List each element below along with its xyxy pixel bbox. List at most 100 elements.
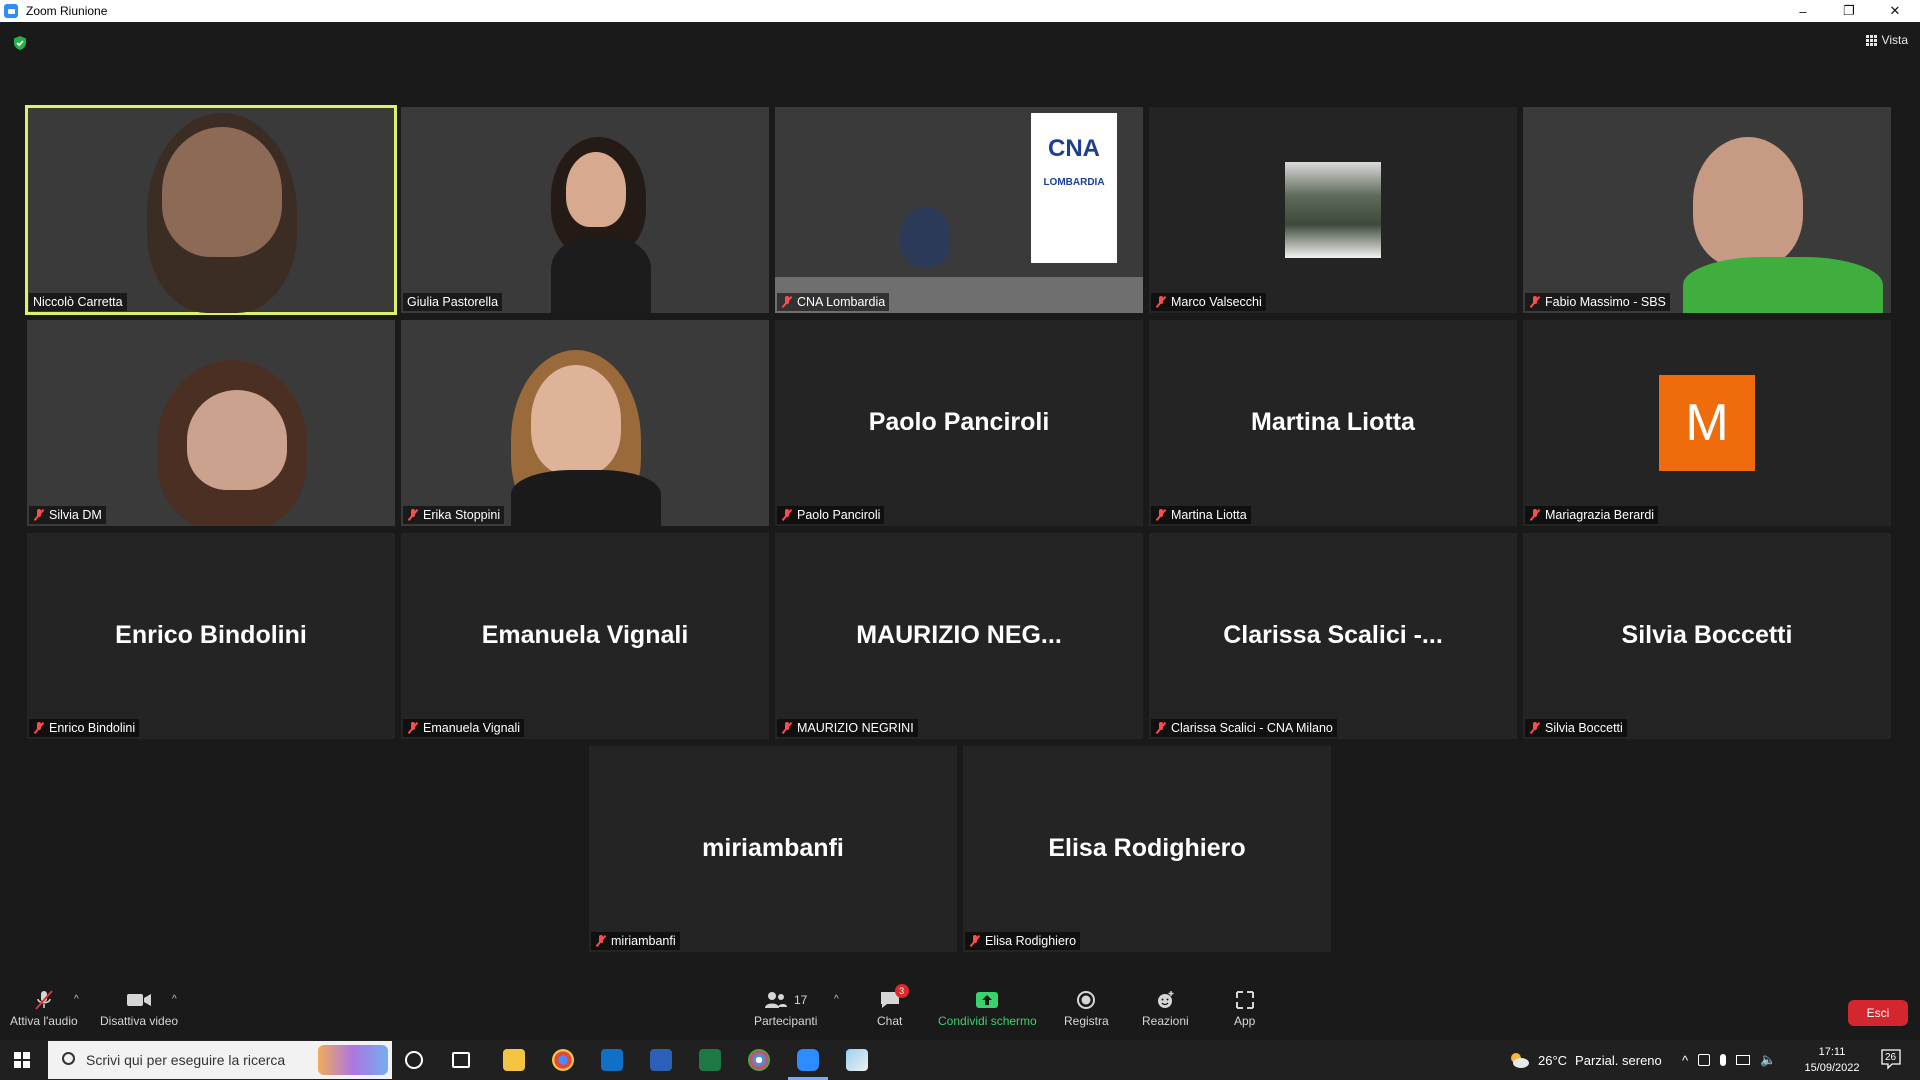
emoji-icon — [1155, 990, 1175, 1010]
video-tile[interactable]: Clarissa Scalici -... Clarissa Scalici -… — [1149, 533, 1517, 739]
muted-mic-icon — [969, 935, 981, 947]
video-tile[interactable]: Paolo Panciroli Paolo Panciroli — [775, 320, 1143, 526]
video-camera-icon — [126, 990, 152, 1010]
chat-icon: 3 — [879, 984, 909, 1010]
video-tile[interactable]: Giulia Pastorella — [401, 107, 769, 313]
shield-check-icon[interactable] — [12, 35, 28, 51]
outlook-icon[interactable] — [601, 1049, 623, 1071]
chat-button[interactable]: 3 Chat — [877, 984, 909, 1028]
weather-widget[interactable]: 26°C Parzial. sereno — [1508, 1040, 1662, 1080]
search-placeholder: Scrivi qui per eseguire la ricerca — [86, 1052, 286, 1068]
participant-display-name: MAURIZIO NEG... — [856, 621, 1062, 649]
muted-mic-icon — [1529, 722, 1541, 734]
video-tile[interactable]: miriambanfi miriambanfi — [589, 746, 957, 952]
participant-display-name: Paolo Panciroli — [868, 408, 1050, 436]
weather-temp: 26°C — [1538, 1052, 1568, 1068]
participant-video — [1693, 137, 1803, 267]
video-tile[interactable]: Marco Valsecchi — [1149, 107, 1517, 313]
file-explorer-icon[interactable] — [503, 1049, 525, 1071]
participants-options-caret[interactable]: ^ — [834, 994, 839, 1005]
video-tile[interactable]: Erika Stoppini — [401, 320, 769, 526]
apps-button[interactable]: App — [1234, 990, 1255, 1028]
excel-icon[interactable] — [699, 1049, 721, 1071]
share-screen-button[interactable]: Condividi schermo — [938, 990, 1037, 1028]
participant-name-label: Paolo Panciroli — [777, 506, 885, 524]
weather-desc: Parzial. sereno — [1575, 1052, 1662, 1068]
meet-now-icon[interactable] — [1698, 1054, 1711, 1066]
cna-banner: CNA LOMBARDIA — [1031, 113, 1117, 263]
video-tile[interactable]: Fabio Massimo - SBS — [1523, 107, 1891, 313]
participant-name-label: Giulia Pastorella — [403, 293, 503, 311]
muted-mic-icon — [1529, 509, 1541, 521]
paint-icon[interactable] — [846, 1049, 868, 1071]
unmute-label: Attiva l'audio — [10, 1014, 78, 1028]
video-tile[interactable]: M Mariagrazia Berardi — [1523, 320, 1891, 526]
muted-mic-icon — [781, 722, 793, 734]
chrome-icon[interactable] — [552, 1049, 574, 1071]
reactions-label: Reazioni — [1142, 1014, 1189, 1028]
clock-time: 17:11 — [1818, 1046, 1846, 1058]
network-icon[interactable] — [1736, 1055, 1751, 1065]
unmute-button[interactable]: Attiva l'audio — [10, 990, 78, 1028]
participant-display-name: Silvia Boccetti — [1621, 621, 1793, 649]
video-tile[interactable]: Elisa Rodighiero Elisa Rodighiero — [963, 746, 1331, 952]
zoom-taskbar-icon[interactable] — [797, 1049, 819, 1071]
video-tile[interactable]: MAURIZIO NEG... MAURIZIO NEGRINI — [775, 533, 1143, 739]
participant-video — [900, 207, 950, 267]
clock-date: 15/09/2022 — [1804, 1062, 1860, 1074]
apps-icon — [1235, 990, 1255, 1010]
participant-name-label: CNA Lombardia — [777, 293, 890, 311]
minimize-button[interactable]: – — [1780, 0, 1826, 22]
muted-mic-icon — [1155, 509, 1167, 521]
participant-display-name: miriambanfi — [702, 834, 844, 862]
record-button[interactable]: Registra — [1064, 990, 1109, 1028]
view-label: Vista — [1881, 33, 1908, 47]
video-tile[interactable]: Niccolò Carretta — [25, 105, 397, 315]
muted-mic-icon — [1155, 296, 1167, 308]
participant-name-label: Martina Liotta — [1151, 506, 1251, 524]
taskbar-search[interactable]: Scrivi qui per eseguire la ricerca — [48, 1041, 392, 1079]
notifications-icon[interactable]: 26 — [1880, 1048, 1902, 1070]
muted-mic-icon — [407, 509, 419, 521]
stop-video-label: Disattiva video — [100, 1014, 179, 1028]
leave-button[interactable]: Esci — [1848, 1000, 1908, 1026]
chat-unread-badge: 3 — [894, 984, 909, 998]
video-tile[interactable]: Silvia DM — [27, 320, 395, 526]
chevron-up-icon[interactable]: ^ — [1682, 1053, 1688, 1068]
video-tile[interactable]: Silvia Boccetti Silvia Boccetti — [1523, 533, 1891, 739]
video-tile[interactable]: Enrico Bindolini Enrico Bindolini — [27, 533, 395, 739]
meeting-topbar: Vista — [0, 22, 1920, 62]
video-tile[interactable]: Martina Liotta Martina Liotta — [1149, 320, 1517, 526]
reactions-button[interactable]: Reazioni — [1142, 990, 1189, 1028]
stop-video-button[interactable]: Disattiva video — [100, 990, 178, 1028]
participant-name-label: Erika Stoppini — [403, 506, 505, 524]
cortana-icon[interactable] — [405, 1051, 423, 1069]
audio-options-caret[interactable]: ^ — [74, 994, 79, 1005]
video-options-caret[interactable]: ^ — [172, 994, 177, 1005]
muted-mic-icon — [781, 296, 793, 308]
muted-mic-icon — [33, 722, 45, 734]
view-button[interactable]: Vista — [1865, 33, 1908, 47]
apps-label: App — [1234, 1014, 1256, 1028]
participant-name-label: Silvia Boccetti — [1525, 719, 1627, 737]
word-icon[interactable] — [650, 1049, 672, 1071]
participant-name-label: Elisa Rodighiero — [965, 932, 1081, 950]
video-tile[interactable]: CNA LOMBARDIA CNA Lombardia — [775, 107, 1143, 313]
browser-icon[interactable] — [748, 1049, 770, 1071]
window-title: Zoom Riunione — [26, 4, 108, 18]
microphone-icon[interactable] — [1720, 1054, 1727, 1066]
participants-icon: 17 — [764, 990, 807, 1010]
windows-start-icon[interactable] — [14, 1052, 30, 1068]
volume-icon[interactable]: 🔈 — [1760, 1052, 1776, 1068]
video-tile[interactable]: Emanuela Vignali Emanuela Vignali — [401, 533, 769, 739]
taskbar-clock[interactable]: 17:11 15/09/2022 — [1796, 1044, 1868, 1076]
participant-name-label: Clarissa Scalici - CNA Milano — [1151, 719, 1337, 737]
participant-display-name: Clarissa Scalici -... — [1223, 621, 1443, 649]
avatar: M — [1659, 375, 1755, 471]
muted-mic-icon — [595, 935, 607, 947]
participants-button[interactable]: 17 Partecipanti — [754, 990, 817, 1028]
profile-picture — [1285, 162, 1381, 258]
task-view-icon[interactable] — [452, 1052, 470, 1068]
close-button[interactable]: ✕ — [1872, 0, 1918, 22]
restore-button[interactable]: ❐ — [1826, 0, 1872, 22]
